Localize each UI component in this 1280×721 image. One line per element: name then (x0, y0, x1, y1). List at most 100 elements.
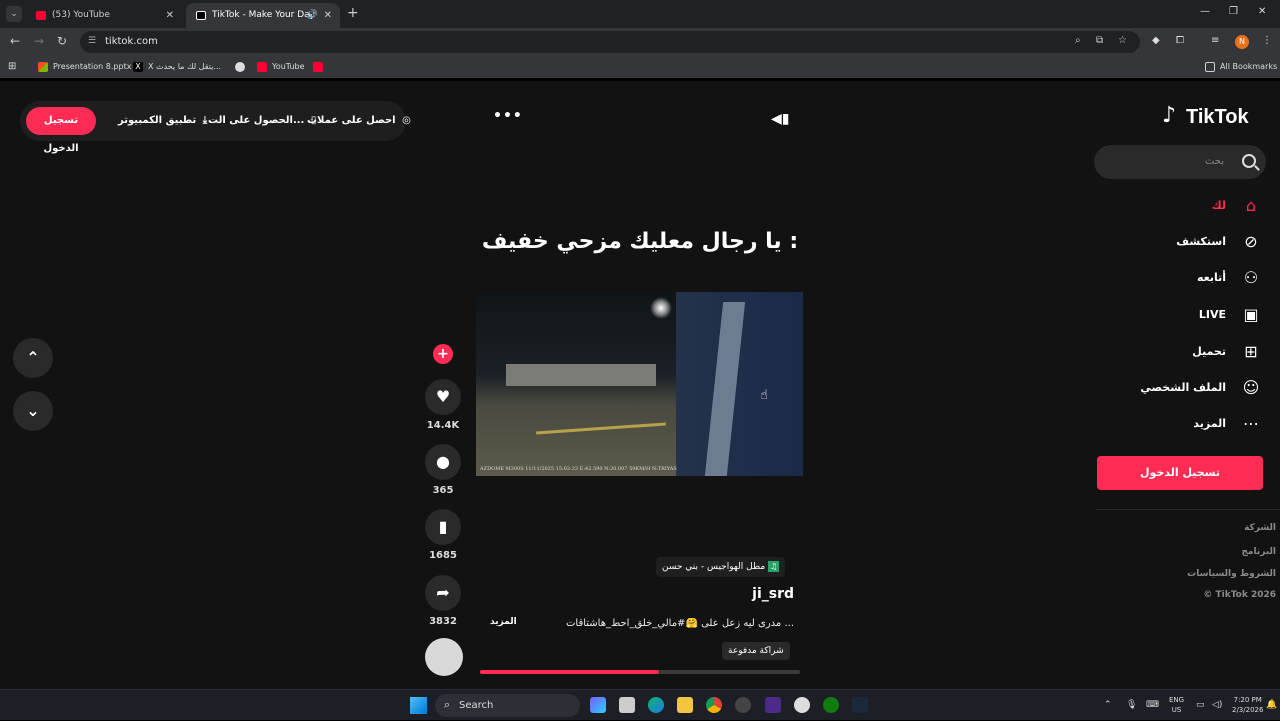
tiktok-logo[interactable]: ♪ TikTok (1158, 103, 1262, 131)
save-action: ▮ 1685 (425, 509, 461, 561)
video-progress-bar[interactable] (480, 670, 800, 674)
desktop-app-label: تطبيق الكمبيوتر (118, 115, 197, 126)
video-description: مدرى ليه زعل على 🤗#مالي_خلق_احط_هاشتاقات… (565, 618, 794, 629)
extensions-puzzle-icon[interactable]: ⧠ (1176, 35, 1184, 46)
sidebar-item-label: تحميل (1192, 345, 1226, 358)
sidebar-item-for-you[interactable]: لك ⌂ (1102, 191, 1262, 221)
bookmark-presentation[interactable]: Presentation 8.pptx (38, 56, 131, 78)
install-app-icon[interactable]: ⧉ (1096, 35, 1103, 46)
tab-close-icon[interactable]: ✕ (324, 3, 332, 28)
bookmark-icon[interactable]: ▮ (425, 509, 461, 545)
forward-arrow-icon[interactable]: → (34, 34, 44, 48)
desktop-app-link[interactable]: تطبيق الكمبيوتر ⤓ (118, 101, 207, 141)
profile-avatar[interactable]: N (1235, 35, 1249, 49)
close-window-button[interactable]: ✕ (1258, 6, 1266, 17)
extension-diamond-icon[interactable]: ◆ (1152, 35, 1160, 46)
taskbar-search[interactable]: ⌕ Search (435, 694, 580, 717)
nzxt-icon[interactable] (765, 697, 781, 713)
footer-terms-link[interactable]: الشروط والسياسات (1187, 569, 1276, 579)
more-options-icon[interactable]: ••• (493, 108, 523, 124)
creator-username[interactable]: ji_srd (700, 586, 794, 602)
keyboard-icon[interactable]: ⌨ (1146, 690, 1159, 721)
edge-icon[interactable] (648, 697, 664, 713)
sound-tag[interactable]: مطل الهواجيس - بني حسن ♫ (656, 557, 786, 577)
new-tab-button[interactable]: + (347, 5, 359, 21)
xbox-icon[interactable] (823, 697, 839, 713)
language-region: US (1171, 706, 1182, 714)
follow-plus-button[interactable]: + (433, 344, 453, 364)
bookmark-web[interactable] (235, 56, 250, 78)
search-input[interactable]: بحث (1094, 145, 1266, 179)
youtube-icon (313, 61, 323, 72)
steam-icon[interactable] (852, 697, 868, 713)
tab-tiktok[interactable]: TikTok - Make Your Day 🔊 ✕ (186, 3, 340, 28)
zoom-icon[interactable]: ⌕ (1075, 35, 1081, 46)
tab-search-button[interactable]: ⌄ (6, 6, 22, 22)
windows-start-icon[interactable] (410, 697, 427, 714)
maximize-button[interactable]: ❐ (1229, 6, 1238, 17)
media-control-icon[interactable]: ≡ (1211, 35, 1219, 46)
tab-close-icon[interactable]: ✕ (166, 3, 174, 28)
like-action: ♥ 14.4K (425, 379, 461, 431)
language-code: ENG (1169, 696, 1185, 704)
volume-tray-icon[interactable]: ◁) (1212, 690, 1222, 721)
get-app-link[interactable]: الحصول على الت... ▯ (208, 101, 316, 141)
back-arrow-icon[interactable]: ← (10, 34, 20, 48)
tray-overflow-icon[interactable]: ⌃ (1104, 690, 1112, 721)
video-player[interactable]: AZDOME M300S 11/11/2025 15:02:23 E:42.59… (476, 292, 803, 476)
sidebar-item-label: الملف الشخصي (1140, 381, 1226, 394)
all-bookmarks[interactable]: All Bookmarks (1205, 56, 1277, 78)
copilot-icon[interactable] (590, 697, 606, 713)
settings-gear-icon[interactable] (794, 697, 810, 713)
chrome-icon[interactable] (706, 697, 722, 713)
following-icon: ⚇ (1243, 268, 1259, 287)
coin-icon: ◎ (402, 115, 411, 126)
tab-youtube[interactable]: (53) YouTube ✕ (26, 3, 182, 28)
minimize-button[interactable]: — (1200, 6, 1210, 17)
see-more-link[interactable]: المزيد (490, 617, 517, 627)
all-bookmarks-label: All Bookmarks (1220, 62, 1278, 71)
bookmark-youtube[interactable]: YouTube (257, 56, 305, 78)
get-coins-link[interactable]: احصل على عملات ◎ (307, 101, 411, 141)
bookmark-youtube-2[interactable] (313, 56, 328, 78)
previous-video-button[interactable]: ⌃ (13, 338, 53, 378)
search-icon[interactable] (1242, 154, 1256, 168)
notification-bell-icon[interactable]: 🔔 (1266, 690, 1277, 721)
tab-audio-icon[interactable]: 🔊 (307, 3, 318, 28)
browser-menu-icon[interactable]: ⋮ (1262, 35, 1272, 46)
footer-program-link[interactable]: البرنامج (1241, 547, 1276, 557)
file-explorer-icon[interactable] (677, 697, 693, 713)
sidebar-login-button[interactable]: تسجيل الدخول (1097, 456, 1263, 490)
bookmark-label: X يتقل لك ما يحدث... (148, 62, 222, 71)
site-info-icon[interactable]: ☰ (88, 36, 96, 46)
reload-icon[interactable]: ↻ (57, 34, 67, 48)
bookmark-x[interactable]: X X يتقل لك ما يحدث... (133, 56, 221, 78)
sidebar-item-profile[interactable]: الملف الشخصي ☺ (1102, 373, 1262, 403)
language-indicator[interactable]: ENG US (1169, 695, 1184, 715)
video-progress-fill (480, 670, 660, 674)
url-text[interactable]: tiktok.com (105, 31, 158, 53)
bookmark-label: YouTube (272, 62, 305, 71)
search-placeholder: بحث (1204, 156, 1224, 167)
sidebar-item-live[interactable]: LIVE ▣ (1102, 300, 1262, 330)
creator-avatar[interactable] (425, 638, 463, 676)
comment-icon[interactable]: ● (425, 444, 461, 480)
bookmark-star-icon[interactable]: ☆ (1118, 35, 1127, 46)
sidebar-item-upload[interactable]: تحميل ⊞ (1102, 337, 1262, 367)
store-icon[interactable] (619, 697, 635, 713)
heart-icon[interactable]: ♥ (425, 379, 461, 415)
apps-grid-icon[interactable]: ⊞ (8, 56, 16, 78)
next-video-button[interactable]: ⌄ (13, 391, 53, 431)
microphone-icon[interactable]: 🎙 (1126, 690, 1137, 721)
share-icon[interactable]: ➦ (425, 575, 461, 611)
sidebar-item-explore[interactable]: استكشف ⊘ (1102, 227, 1262, 257)
sidebar-item-more[interactable]: المزيد ⋯ (1102, 409, 1262, 439)
system-clock[interactable]: 7:20 PM 2/3/2026 (1232, 695, 1263, 715)
app-icon[interactable] (735, 697, 751, 713)
network-icon[interactable]: ▭ (1196, 690, 1205, 721)
omnibox[interactable]: ☰ tiktok.com ⌕ ⧉ ☆ (80, 31, 1140, 53)
top-login-button[interactable]: تسجيل الدخول (26, 107, 96, 154)
footer-company-link[interactable]: الشركة (1244, 523, 1276, 533)
volume-icon[interactable]: ◀▮ (771, 111, 789, 127)
sidebar-item-following[interactable]: أتابعه ⚇ (1102, 263, 1262, 293)
